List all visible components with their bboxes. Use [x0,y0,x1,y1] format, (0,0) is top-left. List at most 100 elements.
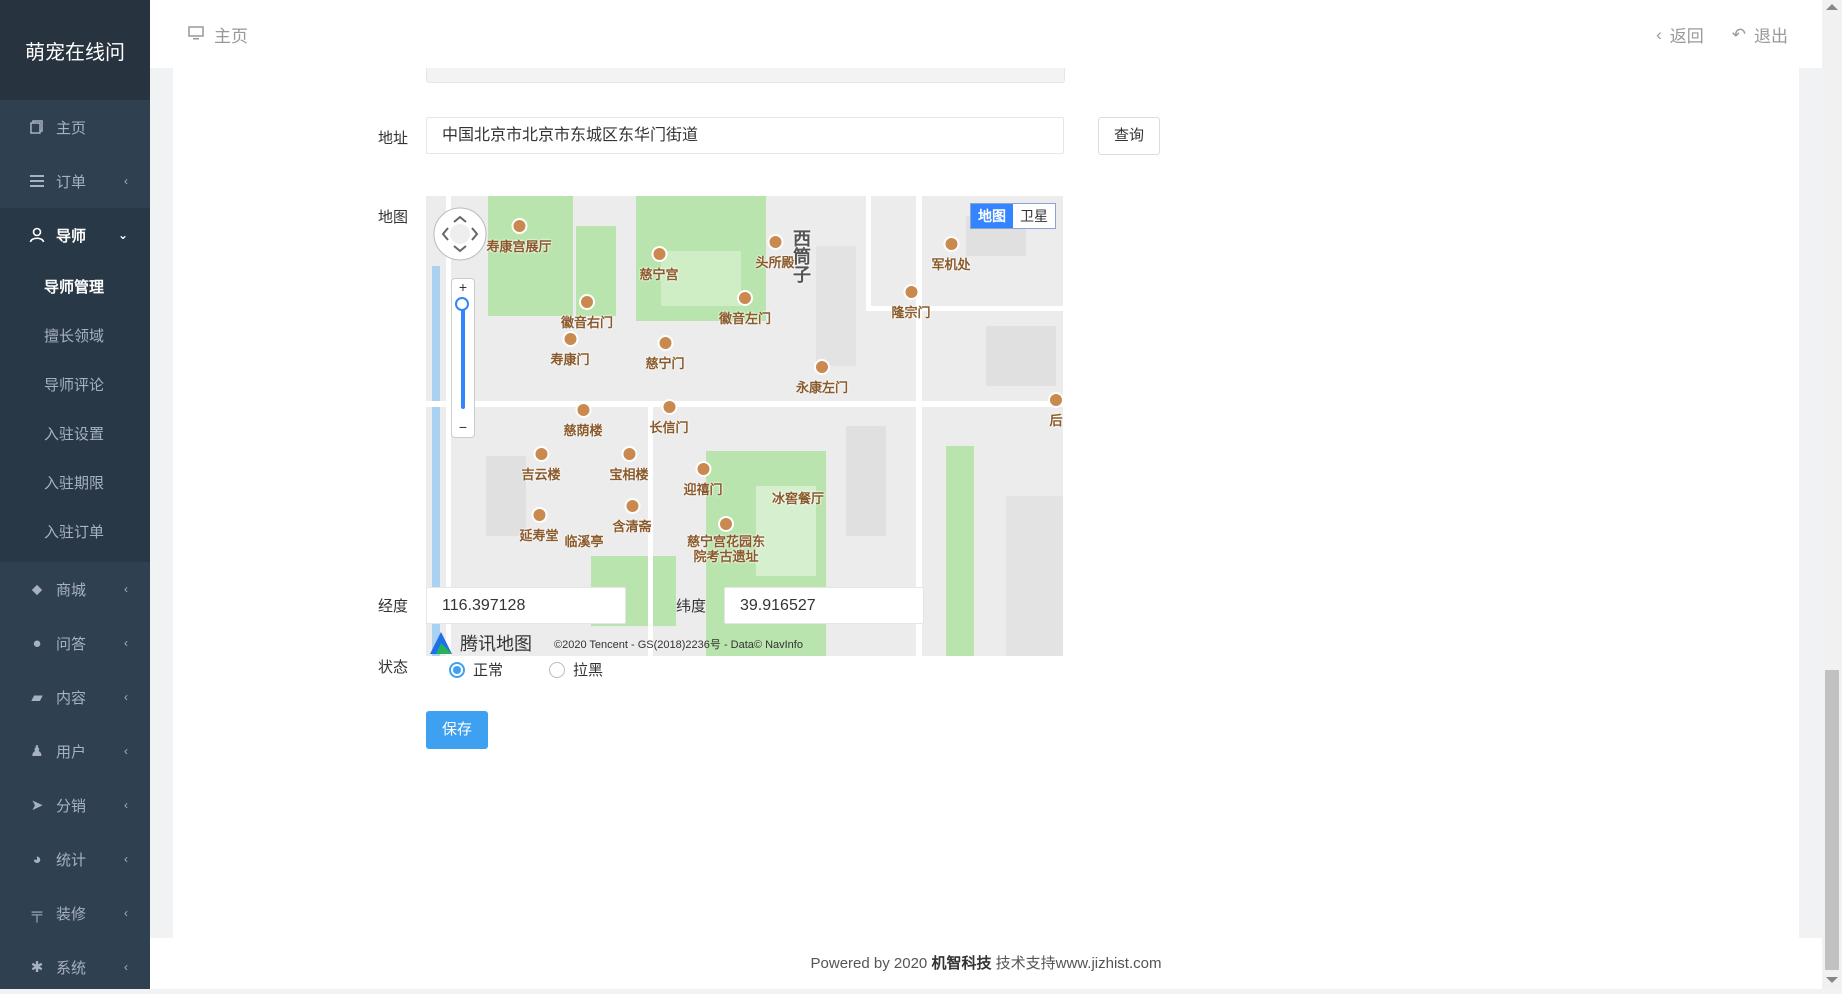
sidebar-item-users[interactable]: ♟ 用户 ‹ [0,724,150,778]
app-logo[interactable]: 萌宠在线问 [0,0,150,100]
save-button[interactable]: 保存 [426,711,488,749]
submenu-item-join-period[interactable]: 入驻期限 [0,458,150,507]
map-poi[interactable]: 永康左门 [796,359,848,396]
map-poi[interactable]: 迎禧门 [683,461,723,498]
logout-label: 退出 [1754,27,1788,46]
breadcrumb[interactable]: 主页 [188,22,248,47]
scrollbar-thumb[interactable] [1825,670,1839,970]
tag-icon: ⬥ [31,580,43,598]
zoom-out-icon[interactable]: − [452,419,474,435]
sidebar-item-home[interactable]: 主页 [0,100,150,154]
landmark-icon [942,236,959,252]
sidebar-item-statistics[interactable]: ◕ 统计 ‹ [0,832,150,886]
sidebar-item-distribution[interactable]: ➤ 分销 ‹ [0,778,150,832]
sidebar-item-label: 问答 [56,635,87,653]
radio-checked-icon [449,661,465,678]
chevron-left-icon: ‹ [124,798,128,812]
landmark-icon [574,402,591,418]
map-poi[interactable]: 寿康宫展厅 [486,218,552,255]
status-radio-blocked[interactable]: 拉黑 [549,659,603,680]
page-scrollbar[interactable] [1822,0,1842,989]
back-button[interactable]: ‹ 返回 [1656,22,1704,47]
latitude-input[interactable]: 39.916527 [724,587,924,624]
user-icon [28,226,46,244]
sidebar-item-label: 分销 [56,797,87,815]
top-actions: ‹ 返回 ↶ 退出 [1656,22,1788,47]
poi-label: 慈荫楼 [563,423,603,438]
hammer-icon: ╤ [31,904,43,922]
submenu-item-tutor-reviews[interactable]: 导师评论 [0,360,150,409]
landmark-icon [561,331,578,347]
map-poi[interactable]: 西筒子 [792,230,812,284]
map-poi[interactable]: 军机处 [931,236,971,273]
breadcrumb-home: 主页 [214,27,248,46]
scroll-up-icon[interactable] [1826,4,1838,10]
pie-icon: ◕ [32,850,42,868]
footer-prefix: Powered by 2020 [810,955,932,972]
map-poi[interactable]: 慈宁宫花园东院考古遗址 [686,516,766,564]
longitude-input[interactable]: 116.397128 [426,587,626,624]
zoom-in-icon[interactable]: + [452,279,474,295]
map-poi[interactable]: 临溪亭 [564,531,603,550]
poi-label: 寿康宫展厅 [486,239,552,254]
chevron-left-icon: ‹ [124,690,128,704]
sidebar-item-label: 用户 [56,743,87,761]
map-poi[interactable]: 徽音右门 [561,294,613,331]
map-poi[interactable]: 隆宗门 [891,284,931,321]
map-poi[interactable]: 慈荫楼 [563,402,603,439]
map-poi[interactable]: 宝相楼 [609,446,649,483]
poi-label: 寿康门 [550,352,590,367]
query-button[interactable]: 查询 [1098,117,1160,155]
map-zoom-slider[interactable]: + − [451,278,475,438]
map-poi[interactable]: 后 [1048,392,1063,429]
map-pan-control[interactable] [432,206,488,262]
logout-button[interactable]: ↶ 退出 [1732,22,1788,47]
previous-field-bottom [426,68,1065,83]
status-radio-normal[interactable]: 正常 [449,659,503,680]
sidebar-item-qa[interactable]: ● 问答 ‹ [0,616,150,670]
submenu-item-join-orders[interactable]: 入驻订单 [0,507,150,556]
landmark-icon [656,335,673,351]
sidebar-item-system[interactable]: ✱ 系统 ‹ [0,940,150,994]
map-poi[interactable]: 长信门 [649,399,689,436]
map-type-satellite[interactable]: 卫星 [1013,204,1055,228]
sidebar-item-decoration[interactable]: ╤ 装修 ‹ [0,886,150,940]
radio-label: 拉黑 [573,662,604,679]
poi-label: 西筒子 [793,229,811,285]
chevron-left-icon: ‹ [124,174,128,188]
sidebar-item-content[interactable]: ▰ 内容 ‹ [0,670,150,724]
map-poi[interactable]: 慈宁门 [645,335,685,372]
submenu-item-expertise[interactable]: 擅长领域 [0,311,150,360]
sidebar-item-mall[interactable]: ⬥ 商城 ‹ [0,562,150,616]
address-input[interactable]: 中国北京市北京市东城区东华门街道 [426,117,1064,154]
latitude-label: 纬度 [676,598,707,615]
map-poi[interactable]: 头所殿 [755,234,795,271]
sidebar-item-orders[interactable]: 订单 ‹ [0,154,150,208]
sidebar-item-label: 内容 [56,689,87,707]
list-icon [28,172,46,190]
map-poi[interactable]: 寿康门 [550,331,590,368]
map-type-switch: 地图 卫星 [970,203,1056,229]
map-poi[interactable]: 延寿堂 [519,507,559,544]
map-type-map[interactable]: 地图 [971,204,1013,228]
landmark-icon [718,516,734,532]
map-poi[interactable]: 徽音左门 [719,290,771,327]
map-poi[interactable]: 含清斋 [612,498,652,535]
poi-label: 头所殿 [755,255,795,270]
landmark-icon [694,461,711,477]
poi-label: 冰窖餐厅 [771,491,825,506]
landmark-icon [736,290,753,306]
poi-label: 延寿堂 [519,528,559,543]
zoom-handle[interactable] [455,297,469,311]
map-poi[interactable]: 慈宁宫 [639,246,679,283]
landmark-icon [813,359,830,375]
map-poi[interactable]: 吉云楼 [521,446,561,483]
scroll-down-icon[interactable] [1826,977,1838,983]
book-icon: ▰ [31,689,43,706]
submenu-item-tutor-management[interactable]: 导师管理 [0,262,150,311]
form-panel: 地址 中国北京市北京市东城区东华门街道 查询 地图 + − 地图 卫星 寿康宫展… [173,68,1799,938]
sidebar-item-tutors[interactable]: 导师 ⌄ [0,208,150,262]
map-poi[interactable]: 冰窖餐厅 [772,488,824,507]
send-icon: ➤ [30,797,44,814]
submenu-item-join-settings[interactable]: 入驻设置 [0,409,150,458]
